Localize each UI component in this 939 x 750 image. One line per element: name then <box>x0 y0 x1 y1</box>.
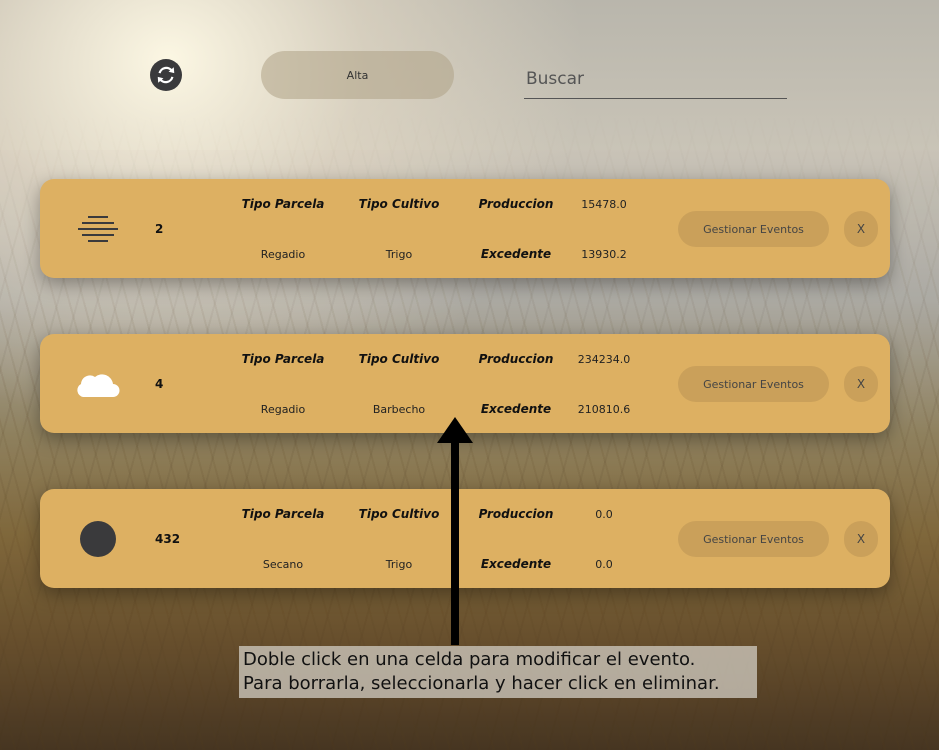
header-tipo-cultivo: Tipo Cultivo <box>358 507 440 521</box>
search-input[interactable] <box>524 60 787 99</box>
header-produccion: Produccion <box>478 507 554 521</box>
excedente-value: 210810.6 <box>577 403 631 416</box>
tipo-cultivo-value: Barbecho <box>372 403 426 416</box>
tipo-cultivo-value: Trigo <box>385 248 413 261</box>
produccion-value: 0.0 <box>595 508 613 521</box>
tooltip: Doble click en una celda para modificar … <box>239 646 757 698</box>
header-tipo-parcela: Tipo Parcela <box>241 507 325 521</box>
annotation-arrow-shaft <box>451 440 459 645</box>
tipo-parcela-value: Regadio <box>260 403 306 416</box>
refresh-button[interactable] <box>150 59 182 91</box>
header-excedente: Excedente <box>480 402 552 416</box>
delete-button[interactable]: X <box>844 521 878 557</box>
header-tipo-parcela: Tipo Parcela <box>241 352 325 366</box>
gestionar-eventos-button[interactable]: Gestionar Eventos <box>678 366 829 402</box>
gestionar-eventos-button[interactable]: Gestionar Eventos <box>678 521 829 557</box>
parcela-card[interactable]: 2 Tipo Parcela Tipo Cultivo Produccion E… <box>40 179 890 278</box>
excedente-value: 0.0 <box>595 558 613 571</box>
header-tipo-cultivo: Tipo Cultivo <box>358 197 440 211</box>
produccion-value: 234234.0 <box>577 353 631 366</box>
tooltip-line-1: Doble click en una celda para modificar … <box>243 649 696 670</box>
parcela-id: 432 <box>155 532 181 546</box>
refresh-icon <box>157 66 175 84</box>
excedente-value: 13930.2 <box>581 248 627 261</box>
parcela-id: 4 <box>155 377 164 391</box>
circle-icon <box>74 519 122 559</box>
tooltip-line-2: Para borrarla, seleccionarla y hacer cli… <box>243 673 720 694</box>
tipo-parcela-value: Secano <box>262 558 304 571</box>
parcela-card[interactable]: 432 Tipo Parcela Tipo Cultivo Produccion… <box>40 489 890 588</box>
tipo-cultivo-value: Trigo <box>385 558 413 571</box>
delete-button[interactable]: X <box>844 366 878 402</box>
cloud-icon <box>74 364 122 404</box>
gestionar-eventos-button[interactable]: Gestionar Eventos <box>678 211 829 247</box>
header-excedente: Excedente <box>480 247 552 261</box>
header-produccion: Produccion <box>478 197 554 211</box>
header-tipo-cultivo: Tipo Cultivo <box>358 352 440 366</box>
header-produccion: Produccion <box>478 352 554 366</box>
header-excedente: Excedente <box>480 557 552 571</box>
delete-button[interactable]: X <box>844 211 878 247</box>
header-tipo-parcela: Tipo Parcela <box>241 197 325 211</box>
alta-button[interactable]: Alta <box>261 51 454 99</box>
tipo-parcela-value: Regadio <box>260 248 306 261</box>
fog-icon <box>74 209 122 249</box>
parcela-id: 2 <box>155 222 164 236</box>
produccion-value: 15478.0 <box>581 198 627 211</box>
